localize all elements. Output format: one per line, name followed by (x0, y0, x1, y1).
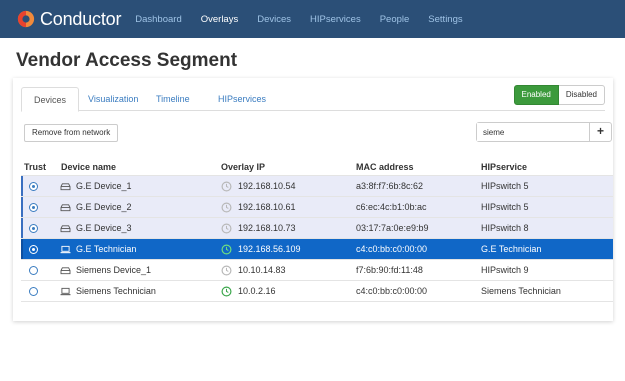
remove-from-network-button[interactable]: Remove from network (24, 124, 119, 142)
device-name: G.E Device_2 (76, 202, 132, 212)
disabled-button[interactable]: Disabled (558, 85, 605, 105)
add-device-button[interactable]: + (589, 123, 611, 141)
overlay-ip: 10.0.2.16 (238, 286, 276, 296)
mac-address: c6:ec:4c:b1:0b:ac (356, 202, 427, 212)
nav-item-settings[interactable]: Settings (428, 14, 462, 25)
col-mac-address[interactable]: MAC address (356, 162, 414, 172)
hipservice: HIPswitch 5 (481, 181, 529, 191)
tab-bar: Devices Visualization Timeline HIPservic… (21, 85, 605, 112)
overlay-ip: 192.168.10.61 (238, 202, 296, 212)
overlay-ip: 192.168.56.109 (238, 244, 301, 254)
nav-item-dashboard[interactable]: Dashboard (135, 14, 181, 25)
trust-radio[interactable] (29, 245, 38, 254)
search-input[interactable] (477, 123, 589, 141)
device-icon (60, 183, 71, 191)
hipservice: HIPswitch 5 (481, 202, 529, 212)
tab-hipservices[interactable]: HIPservices (218, 87, 266, 111)
mac-address: f7:6b:90:fd:11:48 (356, 265, 423, 275)
nav-item-people[interactable]: People (380, 14, 410, 25)
table-row[interactable]: G.E Device_1 192.168.10.54 a3:8f:f7:6b:8c:… (21, 175, 613, 196)
main-nav: Dashboard Overlays Devices HIPservices Peopl… (135, 14, 481, 25)
connection-status-icon (221, 181, 232, 192)
trust-radio[interactable] (29, 287, 38, 296)
nav-item-devices[interactable]: Devices (257, 14, 291, 25)
nav-item-hipservices[interactable]: HIPservices (310, 14, 361, 25)
overlay-ip: 10.10.14.83 (238, 265, 286, 275)
col-device-name[interactable]: Device name (61, 162, 116, 172)
device-table: G.E Device_1 192.168.10.54 a3:8f:f7:6b:8c:… (21, 175, 613, 302)
trust-radio[interactable] (29, 182, 38, 191)
device-name: Siemens Device_1 (76, 265, 152, 275)
tab-devices[interactable]: Devices (21, 87, 80, 112)
col-trust[interactable]: Trust (24, 162, 46, 172)
device-icon (60, 267, 71, 275)
device-name: G.E Device_3 (76, 223, 132, 233)
table-row[interactable]: G.E Technician 192.168.56.109 c4:c0:bb:c0:… (21, 238, 613, 259)
brand[interactable]: Conductor (17, 9, 121, 30)
overlay-ip: 192.168.10.73 (238, 223, 296, 233)
laptop-icon (60, 245, 71, 254)
mac-address: 03:17:7a:0e:e9:b9 (356, 223, 429, 233)
brand-name: Conductor (40, 8, 122, 29)
top-navbar: Conductor Dashboard Overlays Devices HIPser… (0, 0, 625, 38)
connection-status-icon (221, 202, 232, 213)
conductor-logo-icon (17, 10, 35, 28)
device-search: + (476, 122, 612, 142)
device-name: Siemens Technician (76, 286, 156, 296)
table-row[interactable]: G.E Device_3 192.168.10.73 03:17:7a:0e:e9:… (21, 217, 613, 238)
connection-status-icon (221, 265, 232, 276)
mac-address: c4:c0:bb:c0:00:00 (356, 244, 428, 254)
device-name: G.E Device_1 (76, 181, 132, 191)
tab-visualization[interactable]: Visualization (88, 87, 138, 111)
device-icon (60, 204, 71, 212)
table-row[interactable]: Siemens Device_1 10.10.14.83 f7:6b:90:fd:1… (21, 259, 613, 280)
connection-status-icon (221, 244, 232, 255)
mac-address: c4:c0:bb:c0:00:00 (356, 286, 428, 296)
trust-radio[interactable] (29, 224, 38, 233)
table-row[interactable]: G.E Device_2 192.168.10.61 c6:ec:4c:b1:0b:… (21, 196, 613, 217)
enabled-button[interactable]: Enabled (513, 85, 559, 105)
segment-panel: Devices Visualization Timeline HIPservic… (13, 78, 613, 321)
overlay-ip: 192.168.10.54 (238, 181, 296, 191)
hipservice: G.E Technician (481, 244, 542, 254)
trust-radio[interactable] (29, 203, 38, 212)
connection-status-icon (221, 286, 232, 297)
mac-address: a3:8f:f7:6b:8c:62 (356, 181, 424, 191)
hipservice: Siemens Technician (481, 286, 561, 296)
hipservice: HIPswitch 9 (481, 265, 529, 275)
table-header: Trust Device name Overlay IP MAC address… (21, 162, 613, 176)
enabled-toggle: Enabled Disabled (513, 85, 605, 105)
device-icon (60, 225, 71, 233)
laptop-icon (60, 287, 71, 296)
trust-radio[interactable] (29, 266, 38, 275)
page-title: Vendor Access Segment (16, 50, 238, 71)
connection-status-icon (221, 223, 232, 234)
table-row[interactable]: Siemens Technician 10.0.2.16 c4:c0:bb:c0:0… (21, 280, 613, 301)
nav-item-overlays[interactable]: Overlays (201, 14, 238, 25)
col-overlay-ip[interactable]: Overlay IP (221, 162, 265, 172)
hipservice: HIPswitch 8 (481, 223, 529, 233)
device-name: G.E Technician (76, 244, 137, 254)
tab-timeline[interactable]: Timeline (156, 87, 190, 111)
col-hipservice[interactable]: HIPservice (481, 162, 527, 172)
